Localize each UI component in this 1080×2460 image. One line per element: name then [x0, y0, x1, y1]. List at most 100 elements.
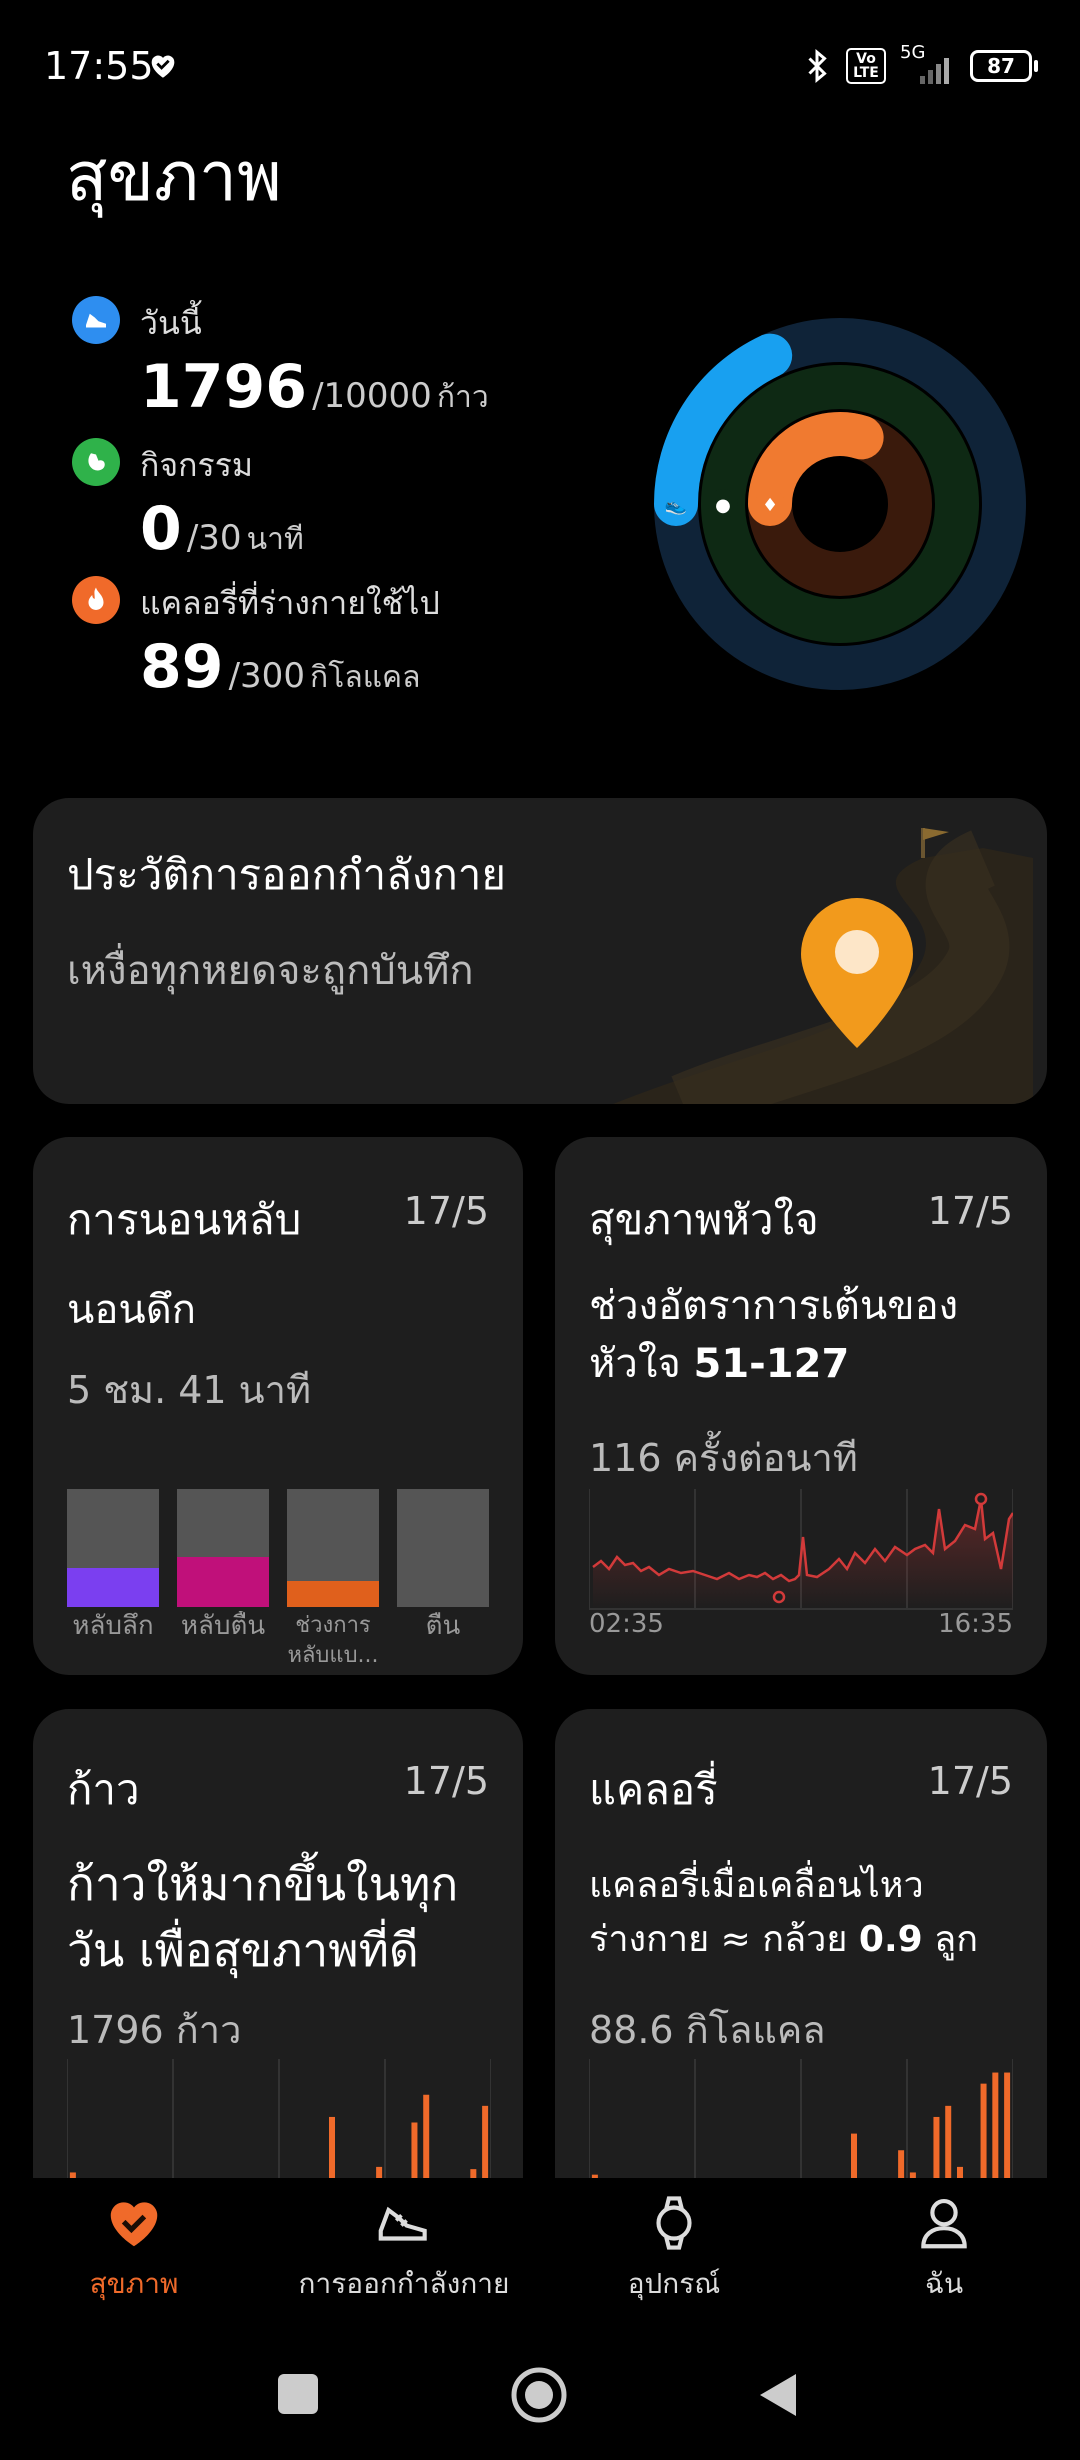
chart-bar: [376, 2166, 383, 2178]
sleep-stage-chart: หลับลึก หลับตื้น ช่วงการหลับแบ... ตื่น: [67, 1489, 491, 1668]
battery-level: 87: [987, 54, 1015, 78]
flame-icon: [72, 576, 120, 624]
calories-headline-line1: แคลอรี่เมื่อเคลื่อนไหว: [589, 1865, 924, 1906]
activity-value: 0: [140, 494, 182, 564]
network-type: 5G: [900, 42, 926, 63]
steps-bar-chart: [67, 2059, 491, 2178]
bluetooth-icon: [808, 49, 827, 83]
sleep-stage-bar: [177, 1489, 269, 1607]
heart-headline-line2-prefix: หัวใจ: [589, 1341, 694, 1387]
steps-unit: ก้าว: [436, 380, 489, 415]
chart-bar: [992, 2072, 999, 2178]
sleep-stage-fill: [177, 1557, 269, 1607]
sleep-card[interactable]: การนอนหลับ 17/5 นอนดึก 5 ชม. 41 นาที หลั…: [33, 1137, 523, 1675]
calories-card-date: 17/5: [927, 1759, 1013, 1803]
sleep-headline: นอนดึก: [67, 1287, 196, 1333]
sleep-stage-bar: [287, 1489, 379, 1607]
heart-rate-chart: [589, 1489, 1013, 1610]
status-time: 17:55: [44, 44, 154, 88]
activity-rings[interactable]: 👟 ● ♦: [650, 314, 1030, 694]
sleep-stage-bar: [397, 1489, 489, 1607]
activity-goal: /30: [186, 518, 242, 558]
calories-card-title: แคลอรี่: [589, 1765, 718, 1814]
road-illustration: [613, 828, 1033, 1104]
svg-text:●: ●: [715, 495, 731, 516]
banana-count: 0.9: [858, 1919, 923, 1960]
svg-text:👟: 👟: [665, 495, 687, 516]
nav-me[interactable]: ฉัน: [814, 2192, 1074, 2306]
heart-chart-start-time: 02:35: [589, 1609, 664, 1639]
chart-bar: [851, 2133, 857, 2178]
system-navigation-bar: [0, 2318, 1080, 2460]
steps-card-title: ก้าว: [67, 1765, 140, 1814]
status-icons: Vo LTE 5G 87: [802, 42, 1038, 86]
heart-health-card[interactable]: สุขภาพหัวใจ 17/5 ช่วงอัตราการเต้นของ หัว…: [555, 1137, 1047, 1675]
steps-goal: /10000: [312, 376, 432, 416]
svg-text:♦: ♦: [762, 495, 778, 516]
sleep-duration: 5 ชม. 41 นาที: [67, 1368, 312, 1412]
sleep-card-date: 17/5: [403, 1189, 489, 1233]
calories-headline-line2-suffix: ลูก: [922, 1919, 978, 1960]
steps-label: วันนี้: [140, 304, 202, 342]
battery-indicator: 87: [970, 50, 1038, 82]
exercise-history-card[interactable]: ประวัติการออกกำลังกาย เหงื่อทุกหยดจะถูกบ…: [33, 798, 1047, 1104]
sleep-stage-label: ตื่น: [425, 1611, 461, 1641]
chart-bar: [933, 2116, 940, 2178]
heart-rate-range: 51-127: [693, 1341, 850, 1387]
chart-bar: [411, 2122, 418, 2178]
chart-bar: [329, 2116, 335, 2178]
sleep-card-title: การนอนหลับ: [67, 1195, 302, 1244]
back-button[interactable]: [756, 2372, 800, 2418]
steps-card[interactable]: ก้าว 17/5 ก้าวให้มากขึ้นในทุก วัน เพื่อส…: [33, 1709, 523, 2178]
shoe-icon: [378, 2206, 427, 2241]
nav-health-label: สุขภาพ: [89, 2267, 179, 2300]
sleep-stage-label: หลับตื้น: [180, 1611, 266, 1641]
home-button[interactable]: [510, 2366, 568, 2424]
heart-headline-line1: ช่วงอัตราการเต้นของ: [589, 1283, 959, 1329]
steps-card-date: 17/5: [403, 1759, 489, 1803]
recents-button[interactable]: [278, 2374, 318, 2414]
steps-total: 1796 ก้าว: [67, 2008, 242, 2052]
chart-bar: [898, 2150, 905, 2178]
nav-exercise-label: การออกกำลังกาย: [298, 2267, 510, 2300]
heart-shield-icon: [151, 55, 175, 78]
steps-headline-line2: วัน เพื่อสุขภาพที่ดี: [67, 1923, 419, 1977]
sleep-stage-bar: [67, 1489, 159, 1607]
signal-icon: 5G: [900, 42, 956, 86]
nav-health[interactable]: สุขภาพ: [4, 2192, 264, 2306]
page-title: สุขภาพ: [66, 138, 282, 217]
activity-label: กิจกรรม: [140, 446, 253, 484]
heart-card-title: สุขภาพหัวใจ: [589, 1195, 819, 1244]
sleep-stage-fill: [67, 1568, 159, 1607]
heart-card-date: 17/5: [927, 1189, 1013, 1233]
steps-icon: [72, 296, 120, 344]
nav-devices-label: อุปกรณ์: [627, 2267, 721, 2300]
exercise-card-title: ประวัติการออกกำลังกาย: [67, 850, 506, 899]
chart-bar: [980, 2083, 987, 2178]
calories-label: แคลอรี่ที่ร่างกายใช้ไป: [140, 584, 440, 622]
chart-bar: [1004, 2072, 1011, 2178]
activity-unit: นาที: [246, 522, 304, 557]
volte-badge: Vo LTE: [846, 48, 886, 84]
calories-unit: กิโลแคล: [310, 660, 421, 695]
calories-total: 88.6 กิโลแคล: [589, 2008, 826, 2052]
nav-exercise[interactable]: การออกกำลังกาย: [274, 2192, 534, 2306]
calories-card[interactable]: แคลอรี่ 17/5 แคลอรี่เมื่อเคลื่อนไหว ร่าง…: [555, 1709, 1047, 2178]
nav-devices[interactable]: อุปกรณ์: [544, 2192, 804, 2306]
calories-goal: /300: [228, 656, 305, 696]
sleep-stage-label: ช่วงการหลับแบ...: [287, 1613, 379, 1668]
chart-bar: [482, 2105, 489, 2178]
calories-ring-progress: [748, 412, 884, 526]
person-icon: [921, 2198, 967, 2249]
heart-chart-end-time: 16:35: [938, 1609, 1013, 1639]
calories-headline-line2-prefix: ร่างกาย ≈ กล้วย: [589, 1919, 859, 1960]
sleep-stage-fill: [287, 1581, 379, 1607]
exercise-card-subtitle: เหงื่อทุกหยดจะถูกบันทึก: [67, 948, 474, 994]
sleep-stage-label: หลับลึก: [72, 1611, 154, 1641]
steps-headline-line1: ก้าวให้มากขึ้นในทุก: [67, 1857, 459, 1911]
heart-bpm: 116 ครั้งต่อนาที: [589, 1436, 858, 1480]
chart-bar: [470, 2169, 477, 2178]
steps-value: 1796: [140, 352, 307, 422]
activity-icon: [72, 438, 120, 486]
chart-bar: [945, 2105, 952, 2178]
